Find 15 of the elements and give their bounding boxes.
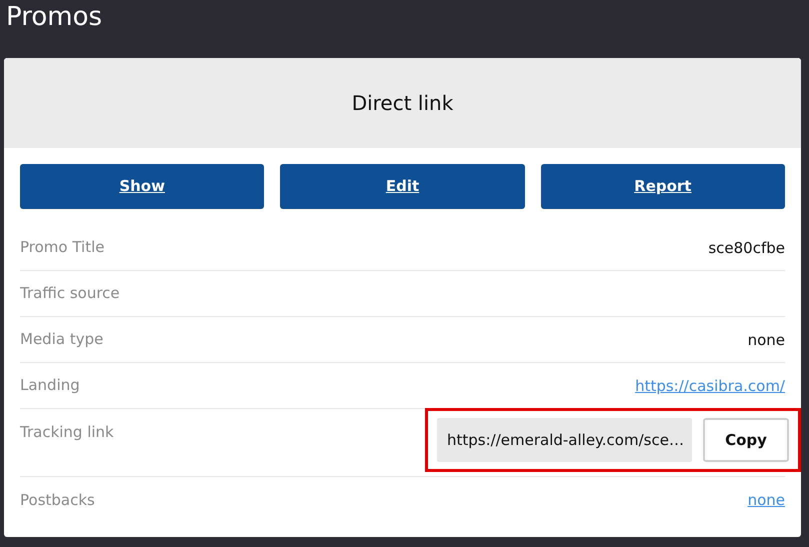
row-label: Landing [20, 375, 80, 396]
action-button[interactable]: Edit [280, 164, 525, 209]
copy-button[interactable]: Copy [703, 418, 789, 462]
action-button[interactable]: Show [20, 164, 264, 209]
row-value: sce80cfbe [708, 238, 785, 256]
tracking-link-field[interactable]: https://emerald-alley.com/sce… [437, 418, 692, 462]
row-label: Media type [20, 329, 104, 350]
row-label: Traffic source [20, 283, 120, 304]
row-label: Tracking link [20, 422, 114, 443]
row-label: Promo Title [20, 237, 104, 258]
page-title: Promos [5, 1, 104, 34]
row-value: none [748, 330, 785, 348]
row-label: Postbacks [20, 490, 95, 511]
action-button[interactable]: Report [540, 164, 785, 209]
card-header: Direct link [4, 58, 801, 148]
